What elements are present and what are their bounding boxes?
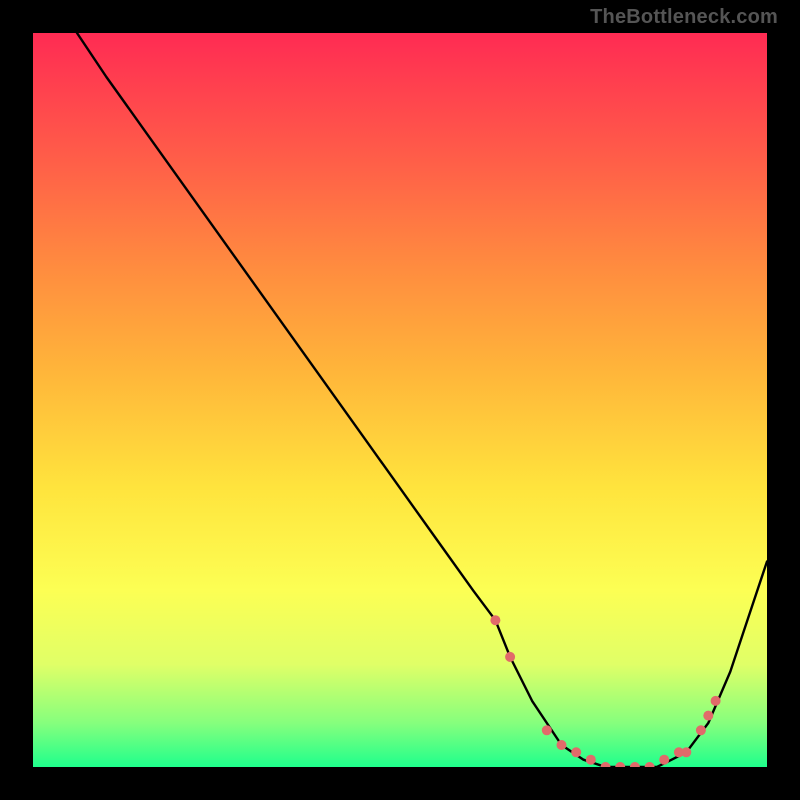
highlight-dot — [615, 762, 625, 767]
highlight-dot — [586, 755, 596, 765]
highlight-dot — [681, 747, 691, 757]
highlight-dot — [711, 696, 721, 706]
highlight-dot — [542, 725, 552, 735]
highlight-dot — [601, 762, 611, 767]
highlight-dot — [645, 762, 655, 767]
highlight-dot — [490, 615, 500, 625]
highlight-dot — [696, 725, 706, 735]
curve-layer — [33, 33, 767, 767]
highlight-dot — [630, 762, 640, 767]
highlight-dots — [490, 615, 720, 767]
highlight-dot — [659, 755, 669, 765]
highlight-dot — [557, 740, 567, 750]
highlight-dot — [505, 652, 515, 662]
chart-frame: TheBottleneck.com — [0, 0, 800, 800]
plot-area — [33, 33, 767, 767]
highlight-dot — [703, 711, 713, 721]
attribution-watermark: TheBottleneck.com — [590, 6, 778, 29]
highlight-dot — [571, 747, 581, 757]
bottleneck-curve — [77, 33, 767, 767]
